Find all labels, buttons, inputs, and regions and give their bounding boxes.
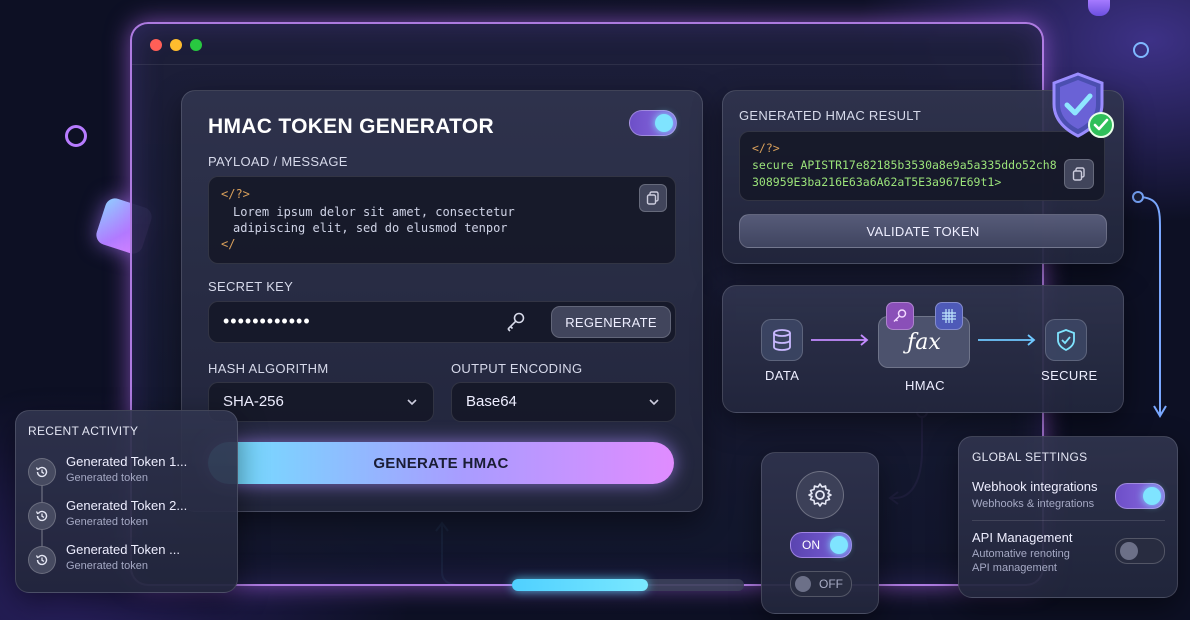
history-icon [35,510,48,522]
panel-title: HMAC TOKEN GENERATOR [208,115,495,138]
hmac-key-badge [886,302,914,330]
result-title: GENERATED HMAC RESULT [739,108,922,123]
hmac-hash-badge [935,302,963,330]
activity-item[interactable]: Generated Token 2... Generated token [28,498,238,538]
minimize-window-button[interactable] [170,39,182,51]
secret-key-input[interactable]: •••••••••••• REGENERATE [208,301,676,343]
shield-check-icon [1052,72,1114,138]
setting-subtitle: Automative renoting [972,548,1070,560]
database-icon [773,329,791,351]
recent-activity-panel: RECENT ACTIVITY Generated Token 1... Gen… [15,410,238,593]
settings-gear-button[interactable] [796,471,844,519]
setting-title: Webhook integrations [972,479,1098,494]
progress-track[interactable] [512,579,744,591]
payload-line-2: Lorem ipsum delor sit amet, consectetur [233,205,515,219]
output-encoding-select[interactable]: Base64 [451,382,676,422]
webhooks-toggle[interactable] [1115,483,1165,509]
chevron-down-icon [407,399,417,406]
copy-payload-button[interactable] [639,184,667,212]
power-on-toggle[interactable]: ON [790,532,852,558]
hmac-symbol: ƒax [907,330,941,355]
payload-line-1: </?> [221,187,250,201]
window-titlebar [132,24,1042,65]
progress-fill [512,579,648,591]
result-line-2: 308959E3ba216E63a6A62aT5E3a967E69t1> [752,175,1002,189]
activity-item-title: Generated Token ... [66,542,180,557]
setting-subtitle: Webhooks & integrations [972,498,1095,510]
power-on-label: ON [802,538,820,552]
hash-grid-icon [942,309,956,323]
secure-node [1045,319,1087,361]
shield-icon [1057,329,1075,352]
setting-title: API Management [972,530,1073,545]
toggle-knob [830,536,848,554]
copy-icon [646,191,659,205]
activity-item-subtitle: Generated token [66,472,148,484]
payload-line-4: </ [221,237,236,251]
setting-subtitle-2: API management [972,562,1057,574]
key-icon[interactable] [505,311,527,333]
setting-row-api: API Management Automative renoting API m… [972,530,1167,586]
hash-algorithm-select[interactable]: SHA-256 [208,382,434,422]
copy-result-button[interactable] [1064,159,1094,189]
regenerate-button[interactable]: REGENERATE [551,306,671,338]
arrow-right-icon [978,334,1036,346]
chevron-down-icon [649,399,659,406]
activity-history-icon-wrap [28,458,56,486]
settings-divider [972,520,1165,521]
global-settings-title: GLOBAL SETTINGS [972,450,1088,464]
history-icon [35,466,48,478]
key-icon [893,309,907,323]
payload-line-3: adipiscing elit, sed do elusmod tenpor [233,221,508,235]
secret-key-value: •••••••••••• [223,311,311,331]
hmac-label: HMAC [905,378,945,393]
history-icon [35,554,48,566]
generator-enable-toggle[interactable] [629,110,677,136]
result-code-open: </?> [752,141,780,155]
data-label: DATA [765,368,800,383]
hash-algorithm-value: SHA-256 [223,393,284,410]
payload-textarea[interactable]: </?> Lorem ipsum delor sit amet, consect… [208,176,676,264]
global-settings-panel: GLOBAL SETTINGS Webhook integrations Web… [958,436,1178,598]
result-line-1: secure APISTR17e82185b3530a8e9a5a335ddo5… [752,158,1057,172]
payload-label: PAYLOAD / MESSAGE [208,154,348,169]
api-management-toggle[interactable] [1115,538,1165,564]
generate-hmac-button[interactable]: GENERATE HMAC [208,442,674,484]
activity-item-title: Generated Token 2... [66,498,188,513]
toggle-knob [1143,487,1161,505]
close-window-button[interactable] [150,39,162,51]
secret-key-label: SECRET KEY [208,279,294,294]
activity-item[interactable]: Generated Token ... Generated token [28,542,238,582]
arrow-right-icon [811,334,869,346]
activity-item-subtitle: Generated token [66,560,148,572]
activity-history-icon-wrap [28,546,56,574]
power-control-panel: ON OFF [761,452,879,614]
setting-row-webhooks: Webhook integrations Webhooks & integrat… [972,479,1167,519]
activity-item-title: Generated Token 1... [66,454,188,469]
activity-item[interactable]: Generated Token 1... Generated token [28,454,238,494]
hash-algorithm-label: HASH ALGORITHM [208,361,329,376]
toggle-knob [1120,542,1138,560]
copy-icon [1072,167,1085,181]
activity-history-icon-wrap [28,502,56,530]
recent-activity-title: RECENT ACTIVITY [28,424,139,438]
power-off-toggle[interactable]: OFF [790,571,852,597]
hmac-generator-panel: HMAC TOKEN GENERATOR PAYLOAD / MESSAGE <… [181,90,703,512]
output-encoding-value: Base64 [466,393,517,410]
activity-item-subtitle: Generated token [66,516,148,528]
secure-label: SECURE [1041,368,1098,383]
data-node [761,319,803,361]
power-off-label: OFF [819,577,843,591]
validate-token-button[interactable]: VALIDATE TOKEN [739,214,1107,248]
hmac-flow-diagram: DATA ƒax HMAC SECURE [722,285,1124,413]
toggle-knob [795,576,811,592]
gear-icon [808,483,832,507]
maximize-window-button[interactable] [190,39,202,51]
toggle-knob [655,114,673,132]
output-encoding-label: OUTPUT ENCODING [451,361,583,376]
